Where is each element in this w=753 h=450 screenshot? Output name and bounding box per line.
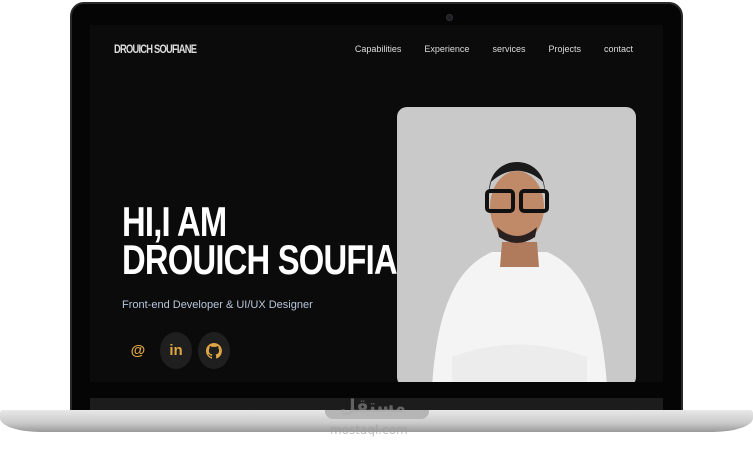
social-links: @ in	[122, 332, 230, 369]
github-icon[interactable]	[198, 332, 230, 369]
nav-experience[interactable]: Experience	[424, 44, 469, 54]
profile-photo	[397, 107, 636, 382]
nav-services[interactable]: services	[492, 44, 525, 54]
website-screen: DROUICH SOUFIANE Capabilities Experience…	[90, 25, 663, 382]
nav-capabilities[interactable]: Capabilities	[355, 44, 402, 54]
watermark-latin: mostaql.com	[330, 423, 408, 437]
nav-projects[interactable]: Projects	[548, 44, 581, 54]
site-logo[interactable]: DROUICH SOUFIANE	[114, 42, 197, 56]
watermark-arabic: مستقل	[340, 396, 406, 417]
linkedin-icon[interactable]: in	[160, 332, 192, 369]
nav-contact[interactable]: contact	[604, 44, 633, 54]
hero-subtitle: Front-end Developer & UI/UX Designer	[122, 299, 313, 311]
nav-menu: Capabilities Experience services Project…	[355, 44, 633, 54]
camera	[446, 14, 453, 21]
at-icon[interactable]: @	[122, 332, 154, 369]
